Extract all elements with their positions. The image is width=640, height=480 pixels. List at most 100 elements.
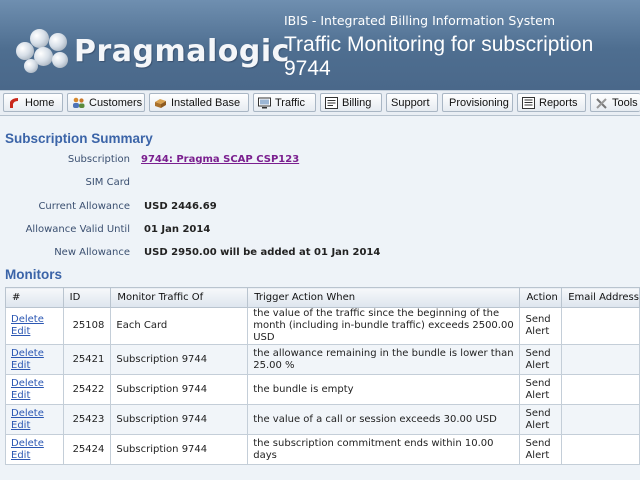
row-monitor-of: Each Card — [110, 307, 249, 345]
row-actions: Delete Edit — [5, 344, 64, 375]
delete-link[interactable]: Delete — [11, 378, 44, 389]
row-monitor-of: Subscription 9744 — [110, 344, 249, 375]
summary-row-allowance: Current Allowance USD 2446.69 — [0, 201, 640, 217]
app-header: Pragmalogic IBIS - Integrated Billing In… — [0, 0, 640, 90]
row-trigger: the bundle is empty — [247, 374, 521, 405]
monitors-title: Monitors — [5, 267, 62, 282]
new-allowance-value: USD 2950.00 will be added at 01 Jan 2014 — [144, 247, 381, 258]
summary-row-valid-until: Allowance Valid Until 01 Jan 2014 — [0, 224, 640, 240]
row-monitor-of: Subscription 9744 — [110, 374, 249, 405]
nav-traffic[interactable]: Traffic — [253, 93, 316, 112]
table-row: Delete Edit 25423 Subscription 9744 the … — [5, 404, 640, 435]
edit-link[interactable]: Edit — [11, 450, 30, 461]
box-icon — [154, 97, 167, 109]
row-email — [561, 404, 640, 435]
row-email — [561, 344, 640, 375]
delete-link[interactable]: Delete — [11, 408, 44, 419]
col-header-trigger: Trigger Action When — [247, 287, 521, 308]
row-id: 25424 — [62, 434, 112, 465]
row-monitor-of: Subscription 9744 — [110, 404, 249, 435]
row-trigger: the subscription commitment ends within … — [247, 434, 521, 465]
row-action: Send Alert — [519, 374, 563, 405]
delete-link[interactable]: Delete — [11, 438, 44, 449]
summary-row-new-allowance: New Allowance USD 2950.00 will be added … — [0, 247, 640, 263]
row-actions: Delete Edit — [5, 307, 64, 345]
nav-billing[interactable]: Billing — [320, 93, 382, 112]
row-actions: Delete Edit — [5, 434, 64, 465]
current-allowance-value: USD 2446.69 — [144, 201, 217, 212]
monitors-header-row: # ID Monitor Traffic Of Trigger Action W… — [5, 287, 640, 308]
nav-home-label: Home — [25, 96, 55, 109]
edit-link[interactable]: Edit — [11, 390, 30, 401]
row-actions: Delete Edit — [5, 374, 64, 405]
edit-link[interactable]: Edit — [11, 420, 30, 431]
brand-name: Pragmalogic — [74, 34, 290, 69]
document-icon — [325, 96, 338, 109]
monitor-icon — [258, 97, 271, 109]
delete-link[interactable]: Delete — [11, 348, 44, 359]
col-header-email: Email Address — [561, 287, 640, 308]
row-action: Send Alert — [519, 344, 563, 375]
delete-link[interactable]: Delete — [11, 314, 44, 325]
row-id: 25423 — [62, 404, 112, 435]
edit-link[interactable]: Edit — [11, 326, 30, 337]
wrench-icon — [595, 97, 608, 109]
current-allowance-label: Current Allowance — [38, 201, 130, 212]
monitors-table: # ID Monitor Traffic Of Trigger Action W… — [5, 287, 640, 465]
system-name: IBIS - Integrated Billing Information Sy… — [284, 13, 556, 28]
row-actions: Delete Edit — [5, 404, 64, 435]
row-id: 25421 — [62, 344, 112, 375]
col-header-id: ID — [62, 287, 112, 308]
logo-icon — [14, 28, 70, 74]
nav-provisioning[interactable]: Provisioning — [442, 93, 513, 112]
row-action: Send Alert — [519, 404, 563, 435]
valid-until-label: Allowance Valid Until — [25, 224, 130, 235]
subscription-label: Subscription — [67, 154, 130, 165]
row-monitor-of: Subscription 9744 — [110, 434, 249, 465]
nav-installed-base[interactable]: Installed Base — [149, 93, 249, 112]
col-header-num: # — [5, 287, 64, 308]
row-email — [561, 307, 640, 345]
row-trigger: the value of a call or session exceeds 3… — [247, 404, 521, 435]
nav-customers[interactable]: Customers — [67, 93, 145, 112]
table-row: Delete Edit 25421 Subscription 9744 the … — [5, 344, 640, 375]
table-row: Delete Edit 25422 Subscription 9744 the … — [5, 374, 640, 405]
col-header-monitor-of: Monitor Traffic Of — [110, 287, 249, 308]
nav-traffic-label: Traffic — [275, 96, 305, 109]
row-id: 25422 — [62, 374, 112, 405]
report-icon — [522, 96, 535, 109]
people-icon — [72, 97, 85, 109]
nav-reports[interactable]: Reports — [517, 93, 586, 112]
nav-reports-label: Reports — [539, 96, 578, 109]
row-email — [561, 434, 640, 465]
nav-provisioning-label: Provisioning — [449, 96, 509, 109]
table-row: Delete Edit 25108 Each Card the value of… — [5, 307, 640, 345]
summary-title: Subscription Summary — [5, 131, 153, 146]
main-nav: Home Customers Installed Base Traffic Bi… — [0, 90, 640, 116]
new-allowance-label: New Allowance — [54, 247, 130, 258]
sim-card-label: SIM Card — [85, 177, 131, 188]
nav-tools[interactable]: Tools — [590, 93, 640, 112]
nav-customers-label: Customers — [89, 96, 143, 109]
nav-support-label: Support — [391, 96, 430, 109]
nav-billing-label: Billing — [342, 96, 372, 109]
page-title: Traffic Monitoring for subscription 9744 — [284, 33, 594, 80]
nav-support[interactable]: Support — [386, 93, 438, 112]
row-email — [561, 374, 640, 405]
row-action: Send Alert — [519, 307, 563, 345]
nav-home[interactable]: Home — [3, 93, 63, 112]
row-trigger: the value of the traffic since the begin… — [247, 307, 521, 345]
summary-row-subscription: Subscription 9744: Pragma SCAP CSP123 — [0, 154, 640, 170]
subscription-link[interactable]: 9744: Pragma SCAP CSP123 — [141, 154, 299, 165]
table-row: Delete Edit 25424 Subscription 9744 the … — [5, 434, 640, 465]
edit-link[interactable]: Edit — [11, 360, 30, 371]
valid-until-value: 01 Jan 2014 — [144, 224, 211, 235]
nav-installed-base-label: Installed Base — [171, 96, 241, 109]
nav-tools-label: Tools — [612, 96, 638, 109]
row-action: Send Alert — [519, 434, 563, 465]
row-trigger: the allowance remaining in the bundle is… — [247, 344, 521, 375]
row-id: 25108 — [62, 307, 112, 345]
summary-row-sim: SIM Card — [0, 177, 640, 193]
col-header-action: Action — [519, 287, 563, 308]
home-icon — [8, 97, 21, 109]
